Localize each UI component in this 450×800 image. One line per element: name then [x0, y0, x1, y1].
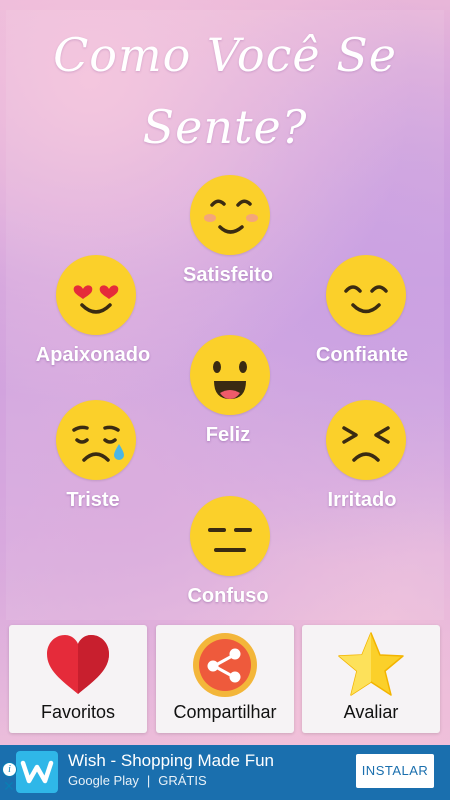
smiling-face-icon[interactable]: [326, 255, 406, 335]
rate-button[interactable]: Avaliar: [302, 625, 440, 733]
ad-price: GRÁTIS: [158, 773, 207, 788]
emotion-label-confuso[interactable]: Confuso: [143, 585, 313, 608]
crying-face-icon[interactable]: [56, 400, 136, 480]
emotion-label-feliz[interactable]: Feliz: [143, 424, 313, 447]
satisfied-face-icon[interactable]: [190, 175, 270, 255]
ad-info-icon[interactable]: i: [2, 762, 17, 777]
laughing-face-icon[interactable]: [190, 335, 270, 415]
rate-label: Avaliar: [343, 702, 399, 722]
page-title-line-2: Sente?: [142, 100, 308, 154]
emotion-label-apaixonado[interactable]: Apaixonado: [8, 344, 178, 367]
ad-separator: |: [146, 773, 151, 788]
ad-store: Google Play: [68, 773, 139, 788]
heart-eyes-face-icon[interactable]: [56, 255, 136, 335]
emotion-label-triste[interactable]: Triste: [8, 489, 178, 512]
favorites-button[interactable]: Favoritos: [9, 625, 147, 733]
share-label: Compartilhar: [173, 702, 277, 722]
install-button[interactable]: INSTALAR: [356, 754, 434, 788]
star-icon: [338, 632, 404, 696]
page-title-line-1: Como Você Se: [53, 28, 397, 82]
ad-subtitle: Google Play | GRÁTIS: [68, 773, 207, 788]
neutral-face-icon[interactable]: [190, 496, 270, 576]
emotion-label-confiante[interactable]: Confiante: [277, 344, 447, 367]
angry-face-icon[interactable]: [326, 400, 406, 480]
emotion-label-irritado[interactable]: Irritado: [277, 489, 447, 512]
ad-banner[interactable]: Wish - Shopping Made Fun Google Play | GRÁ…: [0, 745, 450, 800]
heart-icon: [47, 635, 109, 694]
ad-close-icon[interactable]: ✕: [2, 780, 16, 794]
share-icon: [193, 633, 257, 697]
share-button[interactable]: Compartilhar: [156, 625, 294, 733]
ad-title: Wish - Shopping Made Fun: [68, 751, 274, 770]
wish-logo-icon: [16, 751, 58, 793]
favorites-label: Favoritos: [40, 702, 116, 722]
emotion-label-satisfeito[interactable]: Satisfeito: [143, 264, 313, 287]
